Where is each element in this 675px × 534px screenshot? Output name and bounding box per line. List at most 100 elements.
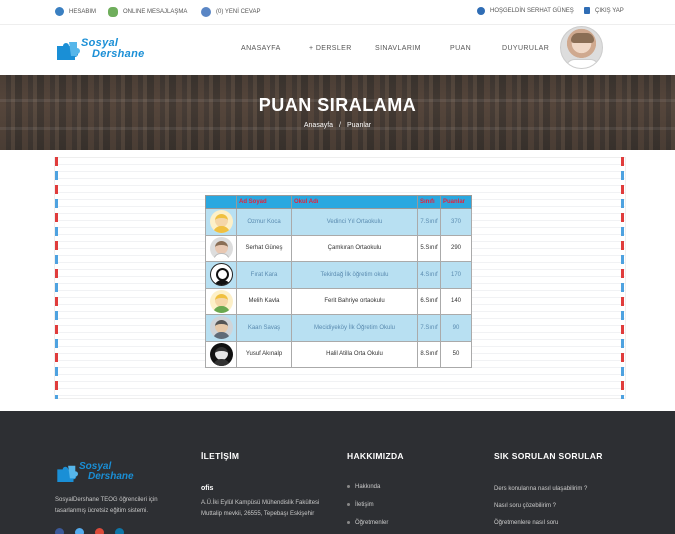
breadcrumb-current: Puanlar xyxy=(347,122,372,129)
site-footer: Sosyal Dershane SosyalDershane TEOG öğre… xyxy=(0,411,675,534)
contact-heading: İLETİŞİM xyxy=(201,451,240,461)
left-stripe-border xyxy=(55,157,58,399)
school-name: Ferit Bahriye ortaokulu xyxy=(291,287,418,315)
grade: 7.Sınıf xyxy=(417,314,441,342)
student-name: Serhat Güneş xyxy=(236,234,292,262)
avatar-cell xyxy=(205,340,237,368)
footer-link-contact[interactable]: İletişim xyxy=(347,502,374,508)
grade: 6.Sınıf xyxy=(417,287,441,315)
column-header-grade: Sınıfı xyxy=(417,195,441,209)
gray-avatar-icon xyxy=(209,316,233,340)
welcome-text: HOŞGELDİN SERHAT GÜNEŞ xyxy=(477,7,574,15)
breadcrumb-separator: / xyxy=(339,122,341,129)
points: 370 xyxy=(440,208,472,236)
faq-link[interactable]: Ders konularına nasıl ulaşabilirim ? xyxy=(494,486,587,492)
glasses-avatar-icon xyxy=(209,263,233,287)
school-name: Vedinci Yıl Ortaokulu xyxy=(291,208,418,236)
logo-line2: Dershane xyxy=(92,48,145,60)
nav-home[interactable]: ANASAYFA xyxy=(241,45,281,52)
avatar-cell xyxy=(205,314,237,342)
nav-exams[interactable]: SINAVLARIM xyxy=(375,45,421,52)
faq-link[interactable]: Nasıl soru çözebilirim ? xyxy=(494,503,556,509)
table-header-row: Ad Soyad Okul Adı Sınıfı Puanlar xyxy=(205,195,472,209)
profile-avatar[interactable] xyxy=(560,26,603,69)
student-name: Yusuf Akınalp xyxy=(236,340,292,368)
account-label: HESABIM xyxy=(69,8,97,15)
top-bar: HESABIM ONLINE MESAJLAŞMA (0) YENİ CEVAP… xyxy=(0,0,675,25)
school-name: Halil Atilla Orta Okulu xyxy=(291,340,418,368)
site-logo[interactable]: Sosyal Dershane xyxy=(55,37,160,63)
grade: 5.Sınıf xyxy=(417,234,441,262)
nav-points[interactable]: PUAN xyxy=(450,45,471,52)
twitter-icon[interactable] xyxy=(75,528,84,534)
grade: 4.Sınıf xyxy=(417,261,441,289)
points: 90 xyxy=(440,314,472,342)
points: 290 xyxy=(440,234,472,262)
about-heading: HAKKIMIZDA xyxy=(347,451,404,461)
lock-icon xyxy=(584,7,590,14)
grade: 7.Sınıf xyxy=(417,208,441,236)
points: 50 xyxy=(440,340,472,368)
table-row: Ozmur Koca Vedinci Yıl Ortaokulu 7.Sınıf… xyxy=(205,208,472,236)
footer-logo[interactable]: Sosyal Dershane xyxy=(55,461,135,485)
dark-avatar-icon xyxy=(209,342,233,366)
avatar-cell xyxy=(205,234,237,262)
grade: 8.Sınıf xyxy=(417,340,441,368)
avatar-cell xyxy=(205,208,237,236)
footer-logo-line2: Dershane xyxy=(88,471,134,482)
avatar-cell xyxy=(205,261,237,289)
points: 140 xyxy=(440,287,472,315)
office-address: A.Ü.İki Eylül Kampüsü Mühendislik Fakült… xyxy=(201,500,320,517)
breadcrumb-home[interactable]: Anasayfa xyxy=(304,122,333,129)
account-link[interactable]: HESABIM xyxy=(55,7,96,16)
student-name: Melih Kavla xyxy=(236,287,292,315)
nav-announcements[interactable]: DUYURULAR xyxy=(502,45,549,52)
footer-link-teachers[interactable]: Öğretmenler xyxy=(347,520,388,526)
online-messaging-link[interactable]: ONLINE MESAJLAŞMA xyxy=(108,7,187,17)
footer-link-about-label: Hakkında xyxy=(355,484,381,490)
new-replies-label: (0) YENİ CEVAP xyxy=(216,9,261,15)
table-row: Serhat Güneş Çamkıran Ortaokulu 5.Sınıf … xyxy=(205,234,472,262)
avatar-cell xyxy=(205,287,237,315)
logout-label: ÇIKIŞ YAP xyxy=(595,7,624,14)
online-messaging-label: ONLINE MESAJLAŞMA xyxy=(123,9,188,15)
student-name: Fırat Kara xyxy=(236,261,292,289)
nav-courses[interactable]: + DERSLER xyxy=(309,45,352,52)
table-row: Melih Kavla Ferit Bahriye ortaokulu 6.Sı… xyxy=(205,287,472,315)
faq-link[interactable]: Öğretmenlere nasıl soru xyxy=(494,520,558,526)
footer-link-teachers-label: Öğretmenler xyxy=(355,520,389,526)
points: 170 xyxy=(440,261,472,289)
ranking-table: Ad Soyad Okul Adı Sınıfı Puanlar Ozmur K… xyxy=(205,195,472,368)
table-row: Fırat Kara Tekirdağ İlk öğretim okulu 4.… xyxy=(205,261,472,289)
footer-about-text: SosyalDershane TEOG öğrencileri için tas… xyxy=(55,497,158,514)
users-icon xyxy=(108,7,118,17)
school-name: Çamkıran Ortaokulu xyxy=(291,234,418,262)
column-header-avatar xyxy=(205,195,237,209)
breadcrumb: Anasayfa / Puanlar xyxy=(0,122,675,129)
facebook-icon[interactable] xyxy=(55,528,64,534)
page-title: PUAN SIRALAMA xyxy=(258,95,417,115)
welcome-label: HOŞGELDİN SERHAT GÜNEŞ xyxy=(490,8,574,14)
right-stripe-border xyxy=(621,157,624,399)
logout-link[interactable]: ÇIKIŞ YAP xyxy=(584,7,624,14)
site-header: Sosyal Dershane ANASAYFA + DERSLER SINAV… xyxy=(0,25,675,75)
school-name: Mecidiyeköy İlk Öğretim Okulu xyxy=(291,314,418,342)
blonde-avatar-icon xyxy=(209,210,233,234)
column-header-name: Ad Soyad xyxy=(236,195,292,209)
linkedin-icon[interactable] xyxy=(115,528,124,534)
faq-heading: SIK SORULAN SORULAR xyxy=(494,451,603,461)
message-icon xyxy=(201,7,211,17)
new-replies-link[interactable]: (0) YENİ CEVAP xyxy=(201,7,260,17)
blonde-avatar-icon xyxy=(209,289,233,313)
table-row: Yusuf Akınalp Halil Atilla Orta Okulu 8.… xyxy=(205,340,472,368)
footer-link-about[interactable]: Hakkında xyxy=(347,484,380,490)
photo-avatar-icon xyxy=(209,236,233,260)
page-banner: PUAN SIRALAMA Anasayfa / Puanlar xyxy=(0,75,675,150)
column-header-school: Okul Adı xyxy=(291,195,418,209)
google-plus-icon[interactable] xyxy=(95,528,104,534)
student-name: Ozmur Koca xyxy=(236,208,292,236)
office-label: ofis xyxy=(201,485,214,492)
student-name: Kaan Savaş xyxy=(236,314,292,342)
table-row: Kaan Savaş Mecidiyeköy İlk Öğretim Okulu… xyxy=(205,314,472,342)
user-icon xyxy=(55,7,64,16)
